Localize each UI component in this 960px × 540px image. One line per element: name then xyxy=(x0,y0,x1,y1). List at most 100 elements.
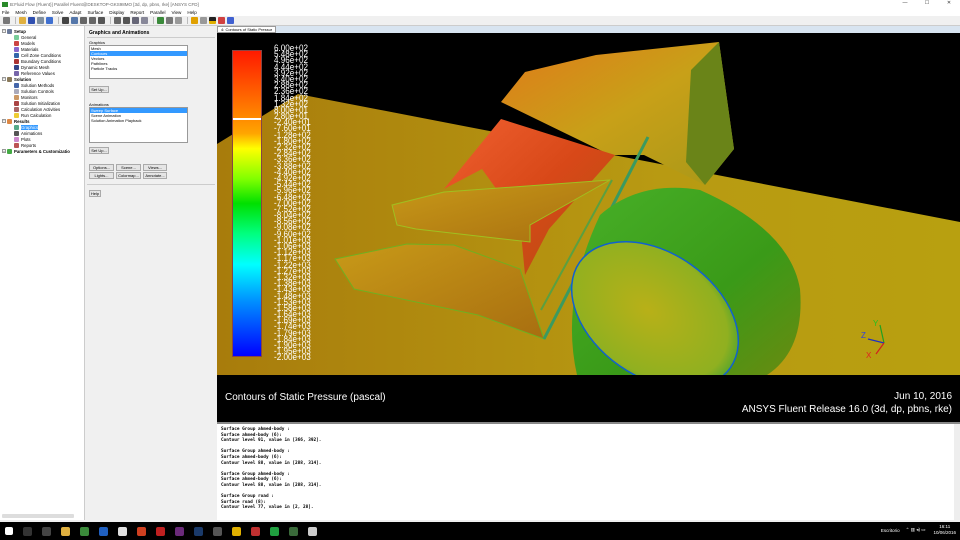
title-bar: B:Fluid Flow (Fluent)] Parallel Fluent@D… xyxy=(0,0,960,8)
screenshot-icon[interactable] xyxy=(37,17,44,24)
app2-icon[interactable] xyxy=(270,526,279,536)
tree-scrollbar[interactable] xyxy=(2,514,74,518)
display-icon[interactable] xyxy=(166,17,173,24)
menu-file[interactable]: File xyxy=(2,10,9,15)
colorbar xyxy=(232,50,262,357)
notepad-icon[interactable] xyxy=(118,526,127,536)
expand-icon[interactable]: + xyxy=(2,149,6,153)
contour-scene[interactable]: Y Z X xyxy=(217,33,960,375)
fluent-window-icon[interactable] xyxy=(289,526,298,536)
rotate-icon[interactable] xyxy=(62,17,69,24)
console[interactable]: Surface Group ahmed-body : Surface ahmed-… xyxy=(217,422,960,520)
graphics-list[interactable]: Mesh Contours Vectors Pathlines Particle… xyxy=(89,45,188,79)
menu-report[interactable]: Report xyxy=(130,10,144,15)
annotate-button[interactable]: Annotate... xyxy=(143,172,167,179)
chrome-icon[interactable] xyxy=(80,526,89,536)
menu-surface[interactable]: Surface xyxy=(87,10,103,15)
menu-solve[interactable]: Solve xyxy=(52,10,64,15)
contours-icon[interactable] xyxy=(227,17,234,24)
menu-mesh[interactable]: Mesh xyxy=(15,10,26,15)
pdf-icon[interactable] xyxy=(156,526,165,536)
ansys-icon[interactable] xyxy=(137,526,146,536)
view-icon[interactable] xyxy=(132,17,139,24)
release-info: ANSYS Fluent Release 16.0 (3d, dp, pbns,… xyxy=(741,404,952,415)
help-button[interactable]: Help xyxy=(89,190,101,197)
app3-icon[interactable] xyxy=(308,526,317,536)
menu-help[interactable]: Help xyxy=(187,10,196,15)
calc-activities-icon xyxy=(14,106,19,112)
desktop-toolbar[interactable]: Escritorio xyxy=(881,528,900,533)
maximize-button[interactable]: ☐ xyxy=(916,0,938,6)
colormap-button[interactable]: Colormap... xyxy=(116,172,141,179)
graphics-icon xyxy=(14,124,19,130)
tray-icons[interactable]: ⌃ ▥ ◂) ▭ xyxy=(906,527,926,533)
materials-icon xyxy=(14,46,19,52)
methods-icon xyxy=(14,82,19,88)
start-icon[interactable] xyxy=(5,527,13,535)
axes-icon[interactable] xyxy=(157,17,164,24)
probe-icon[interactable] xyxy=(98,17,105,24)
zoom-in-icon[interactable] xyxy=(80,17,87,24)
window-title: B:Fluid Flow (Fluent)] Parallel Fluent@D… xyxy=(10,1,199,7)
refresh-icon[interactable] xyxy=(191,17,198,24)
parameters-icon xyxy=(7,148,12,154)
views-button[interactable]: Views... xyxy=(143,164,167,171)
lights-icon[interactable] xyxy=(175,17,182,24)
divider xyxy=(87,184,215,185)
collapse-icon[interactable]: − xyxy=(2,119,6,123)
animations-list[interactable]: Sweep Surface Scene Animation Solution A… xyxy=(89,107,188,143)
animations-setup-button[interactable]: Set Up... xyxy=(89,147,109,154)
workbench-icon[interactable] xyxy=(232,526,241,536)
lights-button[interactable]: Lights... xyxy=(89,172,114,179)
clock[interactable]: 16:11 10/06/2016 xyxy=(933,524,956,536)
collapse-icon[interactable]: − xyxy=(2,29,6,33)
tree-parameters[interactable]: + Parameters & Customizatio xyxy=(2,148,70,154)
open-folder-icon[interactable] xyxy=(19,17,26,24)
sync-icon[interactable] xyxy=(200,17,207,24)
minimize-button[interactable]: — xyxy=(894,0,916,6)
close-button[interactable]: ✕ xyxy=(938,0,960,6)
word-icon[interactable] xyxy=(99,526,108,536)
clock-date: 10/06/2016 xyxy=(933,530,956,535)
premiere-icon[interactable] xyxy=(175,526,184,536)
menu-display[interactable]: Display xyxy=(109,10,124,15)
zoom-box-icon[interactable] xyxy=(114,17,121,24)
graphics-window[interactable]: 4: Contours of Static Pressur Y Z X 6.00… xyxy=(217,26,960,422)
app-icon[interactable] xyxy=(213,526,222,536)
zoom-out-icon[interactable] xyxy=(89,17,96,24)
menu-define[interactable]: Define xyxy=(33,10,46,15)
scene-button[interactable]: Scene... xyxy=(116,164,141,171)
explorer-icon[interactable] xyxy=(61,526,70,536)
graphics-item-particle-tracks[interactable]: Particle Tracks xyxy=(90,66,187,71)
animations-icon xyxy=(14,130,19,136)
console-scrollbar[interactable] xyxy=(954,424,960,520)
boundary-icon xyxy=(14,58,19,64)
taskbar: Escritorio ⌃ ▥ ◂) ▭ 16:11 10/06/2016 xyxy=(0,522,960,540)
pan-icon[interactable] xyxy=(71,17,78,24)
axis-z-label: Z xyxy=(861,331,866,340)
toolbar xyxy=(0,16,960,26)
controls-icon xyxy=(14,88,19,94)
fit-icon[interactable] xyxy=(123,17,130,24)
save-icon[interactable] xyxy=(28,17,35,24)
fluent-icon[interactable] xyxy=(251,526,260,536)
layout-icon[interactable] xyxy=(141,17,148,24)
graphics-tab[interactable]: 4: Contours of Static Pressur xyxy=(217,26,277,33)
ansys-icon[interactable] xyxy=(209,17,216,24)
photoshop-icon[interactable] xyxy=(194,526,203,536)
print-icon[interactable] xyxy=(3,17,10,24)
search-icon[interactable] xyxy=(23,526,32,536)
menu-adapt[interactable]: Adapt xyxy=(69,10,81,15)
monitors-icon xyxy=(14,94,19,100)
reference-icon xyxy=(14,70,19,76)
collapse-icon[interactable]: − xyxy=(2,77,6,81)
menu-view[interactable]: View xyxy=(171,10,181,15)
options-button[interactable]: Options... xyxy=(89,164,114,171)
mesh-icon[interactable] xyxy=(218,17,225,24)
help-icon[interactable] xyxy=(46,17,53,24)
animation-item-playback[interactable]: Solution Animation Playback xyxy=(90,118,187,123)
menu-parallel[interactable]: Parallel xyxy=(150,10,165,15)
general-icon xyxy=(14,34,19,40)
task-view-icon[interactable] xyxy=(42,526,51,536)
graphics-setup-button[interactable]: Set Up... xyxy=(89,86,109,93)
